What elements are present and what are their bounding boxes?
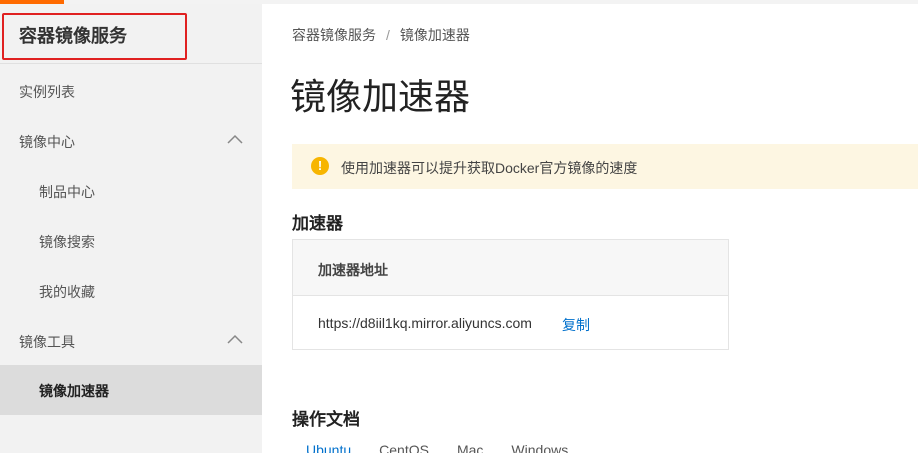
breadcrumb-root[interactable]: 容器镜像服务 — [292, 27, 376, 43]
docs-section-title: 操作文档 — [292, 410, 360, 429]
notice-text: 使用加速器可以提升获取Docker官方镜像的速度 — [341, 160, 638, 176]
main-content: 容器镜像服务 / 镜像加速器 镜像加速器 ! 使用加速器可以提升获取Docker官方… — [262, 4, 918, 453]
sidebar-item-label: 实例列表 — [19, 84, 75, 100]
sidebar-item-instance-list[interactable]: 实例列表 — [0, 66, 262, 116]
sidebar-item-label: 镜像工具 — [19, 334, 75, 350]
notice-banner: ! 使用加速器可以提升获取Docker官方镜像的速度 — [292, 144, 918, 189]
sidebar-item-label: 我的收藏 — [39, 284, 95, 300]
sidebar-item-artifact-center[interactable]: 制品中心 — [0, 166, 262, 216]
sidebar-divider — [0, 63, 262, 64]
table-header: 加速器地址 — [293, 240, 728, 296]
breadcrumb-current: 镜像加速器 — [399, 27, 470, 43]
sidebar-item-image-tools[interactable]: 镜像工具 — [0, 316, 262, 366]
sidebar-item-image-search[interactable]: 镜像搜索 — [0, 216, 262, 266]
tab-mac[interactable]: Mac — [457, 442, 483, 453]
tab-windows[interactable]: Windows — [511, 442, 568, 453]
sidebar: 容器镜像服务 实例列表 镜像中心 制品中心 镜像搜索 我的收藏 镜像工具 镜像加… — [0, 4, 262, 453]
breadcrumb: 容器镜像服务 / 镜像加速器 — [292, 25, 470, 45]
page-title: 镜像加速器 — [290, 76, 471, 117]
tab-ubuntu[interactable]: Ubuntu — [306, 442, 351, 453]
docs-tabs: Ubuntu CentOS Mac Windows — [306, 442, 596, 453]
sidebar-item-label: 制品中心 — [39, 184, 95, 200]
tab-centos[interactable]: CentOS — [379, 442, 429, 453]
sidebar-item-favorites[interactable]: 我的收藏 — [0, 266, 262, 316]
warning-icon: ! — [311, 157, 329, 175]
column-header-address: 加速器地址 — [318, 262, 388, 278]
sidebar-item-label: 镜像加速器 — [39, 383, 109, 399]
accelerator-url[interactable]: https://d8iil1kq.mirror.aliyuncs.com — [318, 315, 532, 331]
copy-button[interactable]: 复制 — [562, 315, 590, 335]
breadcrumb-separator: / — [386, 27, 390, 43]
table-row: https://d8iil1kq.mirror.aliyuncs.com 复制 — [293, 297, 728, 350]
sidebar-title[interactable]: 容器镜像服务 — [19, 22, 127, 48]
accelerator-section-title: 加速器 — [292, 214, 343, 233]
chevron-up-icon[interactable] — [227, 134, 243, 144]
sidebar-item-image-accelerator[interactable]: 镜像加速器 — [0, 365, 262, 415]
sidebar-item-label: 镜像中心 — [19, 134, 75, 150]
sidebar-item-image-center[interactable]: 镜像中心 — [0, 116, 262, 166]
accelerator-table: 加速器地址 https://d8iil1kq.mirror.aliyuncs.c… — [292, 239, 729, 350]
sidebar-item-label: 镜像搜索 — [39, 234, 95, 250]
chevron-up-icon[interactable] — [227, 334, 243, 344]
